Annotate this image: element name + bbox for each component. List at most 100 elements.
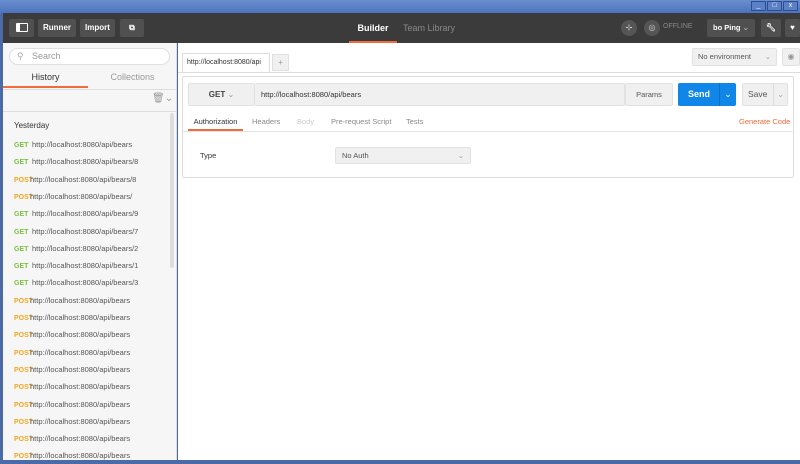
url-input[interactable]: http://localhost:8080/api/bears (255, 83, 625, 106)
method-badge: POST (14, 418, 34, 426)
history-url: http://localhost:8080/api/bears/ (30, 191, 133, 201)
app-header: Runner Import ⧉ Builder Team Library ⊹ ◎… (3, 13, 800, 43)
save-label: Save (748, 89, 768, 99)
method-badge: POST (14, 453, 34, 461)
tab-tests[interactable]: Tests (406, 115, 424, 129)
history-item[interactable]: POSThttp://localhost:8080/api/bears (14, 311, 130, 325)
auth-type-value: No Auth (342, 151, 369, 160)
history-item[interactable]: GET http://localhost:8080/api/bears/3 (14, 276, 138, 290)
history-url: http://localhost:8080/api/bears (30, 416, 131, 426)
search-placeholder: Search (32, 51, 61, 61)
history-url: http://localhost:8080/api/bears (32, 140, 133, 149)
method-badge: POST (14, 176, 34, 184)
runner-button[interactable]: Runner (38, 19, 76, 37)
history-url: http://localhost:8080/api/bears (30, 313, 131, 322)
method-badge: GET (14, 142, 29, 149)
history-url: http://localhost:8080/api/bears/8 (30, 174, 137, 184)
history-item[interactable]: GET http://localhost:8080/api/bears (14, 138, 132, 152)
history-url: http://localhost:8080/api/bears (30, 330, 131, 340)
method-badge: GET (14, 245, 29, 253)
send-button[interactable]: Send ⌄ (678, 83, 736, 106)
history-item[interactable]: POSThttp://localhost:8080/api/bears (14, 415, 130, 429)
method-badge: POST (14, 315, 34, 322)
settings-button[interactable]: 🔧︎ (761, 19, 781, 37)
history-item[interactable]: GET http://localhost:8080/api/bears/2 (14, 242, 138, 256)
new-window-button[interactable]: ⧉ (120, 19, 144, 37)
generate-code-link[interactable]: Generate Code (739, 115, 790, 129)
auth-type-select[interactable]: No Auth ⌄ (335, 147, 471, 164)
request-tab[interactable]: http://localhost:8080/api (182, 53, 270, 72)
trash-icon[interactable]: 🗑︎⌄ (152, 93, 173, 104)
tab-history[interactable]: History (3, 68, 88, 88)
save-button[interactable]: Save ⌄ (742, 83, 788, 106)
save-options-chevron-icon[interactable]: ⌄ (773, 84, 787, 105)
tab-team-library[interactable]: Team Library (403, 13, 455, 43)
new-window-icon: ⧉ (129, 23, 135, 32)
window-titlebar: _ □ x (0, 0, 800, 13)
toggle-sidebar-button[interactable] (9, 19, 34, 37)
sidebar: ⚲ Search History Collections 🗑︎⌄ Yesterda… (3, 43, 177, 460)
tab-body[interactable]: Body (297, 115, 314, 129)
history-item[interactable]: POSThttp://localhost:8080/api/bears (14, 432, 130, 446)
tab-authorization[interactable]: Authorization (188, 115, 243, 131)
tab-headers[interactable]: Headers (252, 115, 280, 129)
history-item[interactable]: POSThttp://localhost:8080/api/bears (14, 328, 130, 342)
environment-select[interactable]: No environment ⌄ (692, 48, 777, 66)
method-badge: POST (14, 401, 34, 409)
history-url: http://localhost:8080/api/bears/3 (32, 278, 139, 288)
history-url: http://localhost:8080/api/bears (30, 382, 131, 392)
history-item[interactable]: GET http://localhost:8080/api/bears/1 (14, 259, 138, 273)
sync-icon[interactable]: ◎ (644, 20, 660, 36)
wrench-icon: 🔧︎ (765, 23, 777, 32)
main-panel: http://localhost:8080/api + No environme… (178, 43, 800, 460)
chevron-down-icon: ⌄ (227, 90, 235, 99)
user-dropdown[interactable]: bo Ping ⌄ (707, 19, 755, 37)
new-tab-button[interactable]: + (272, 54, 289, 71)
history-url: http://localhost:8080/api/bears (30, 399, 131, 409)
send-options-chevron-icon[interactable]: ⌄ (719, 83, 736, 106)
method-badge: POST (14, 366, 34, 374)
import-button[interactable]: Import (80, 19, 115, 37)
method-badge: POST (14, 436, 34, 444)
eye-icon[interactable]: ◉ (782, 48, 800, 66)
method-badge: POST (14, 332, 34, 340)
chevron-down-icon: ⌄ (764, 52, 771, 61)
history-item[interactable]: POSThttp://localhost:8080/api/bears/8 (14, 173, 136, 187)
history-url: http://localhost:8080/api/bears (30, 434, 131, 444)
heart-button[interactable]: ♥ (785, 19, 800, 37)
history-item[interactable]: POSThttp://localhost:8080/api/bears (14, 449, 130, 463)
history-url: http://localhost:8080/api/bears/1 (32, 261, 139, 271)
method-badge: GET (14, 228, 29, 236)
history-item[interactable]: POSThttp://localhost:8080/api/bears (14, 398, 130, 412)
minimize-button[interactable]: _ (751, 1, 766, 11)
history-group-label: Yesterday (14, 121, 50, 130)
history-item[interactable]: POSThttp://localhost:8080/api/bears (14, 294, 130, 308)
history-item[interactable]: GET http://localhost:8080/api/bears/7 (14, 225, 138, 239)
params-button[interactable]: Params (625, 83, 673, 106)
history-url: http://localhost:8080/api/bears/7 (32, 226, 139, 236)
method-badge: GET (14, 159, 29, 167)
history-item[interactable]: POSThttp://localhost:8080/api/bears (14, 380, 130, 394)
chevron-down-icon: ⌄ (742, 23, 749, 32)
sidebar-scrollbar[interactable] (170, 113, 174, 268)
sync-status: OFFLINE (663, 23, 693, 30)
history-item[interactable]: POSThttp://localhost:8080/api/bears/ (14, 190, 132, 204)
method-select[interactable]: GET ⌄ (188, 83, 255, 106)
search-input[interactable]: ⚲ Search (9, 48, 170, 65)
tab-builder[interactable]: Builder (349, 13, 397, 43)
history-item[interactable]: GET http://localhost:8080/api/bears/8 (14, 155, 138, 169)
history-item[interactable]: POSThttp://localhost:8080/api/bears (14, 346, 130, 360)
method-value: GET (208, 90, 226, 99)
maximize-button[interactable]: □ (767, 1, 782, 11)
search-icon: ⚲ (17, 51, 24, 61)
method-badge: POST (14, 297, 34, 305)
interceptor-icon[interactable]: ⊹ (621, 20, 637, 36)
close-button[interactable]: x (783, 1, 798, 11)
tab-collections[interactable]: Collections (90, 68, 175, 88)
tab-pre-request-script[interactable]: Pre-request Script (331, 115, 391, 129)
method-badge: POST (14, 193, 34, 201)
history-url: http://localhost:8080/api/bears (30, 347, 131, 357)
history-url: http://localhost:8080/api/bears/8 (32, 157, 139, 167)
history-item[interactable]: POSThttp://localhost:8080/api/bears (14, 363, 130, 377)
history-item[interactable]: GET http://localhost:8080/api/bears/9 (14, 207, 138, 221)
